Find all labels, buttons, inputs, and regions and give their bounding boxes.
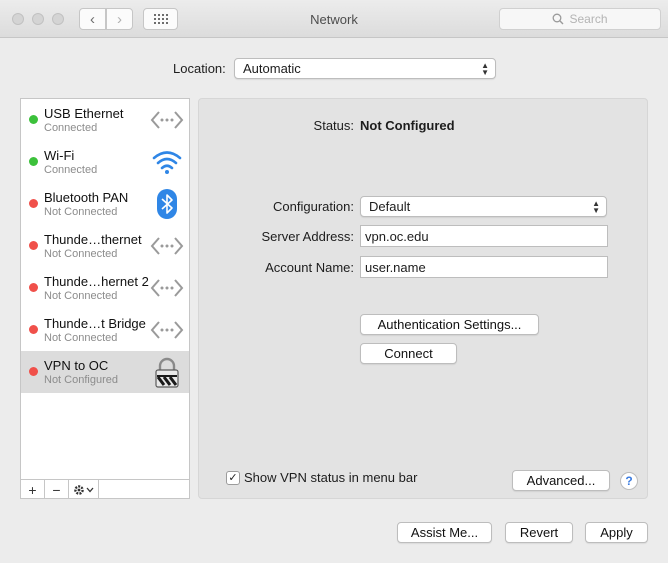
checkmark-icon: ✓: [228, 471, 238, 484]
add-service-button[interactable]: +: [21, 480, 45, 499]
ethernet-arrows-icon: [150, 111, 184, 129]
service-name: VPN to OC: [44, 358, 109, 373]
status-dot: [29, 115, 38, 124]
service-list: USB Ethernet Connected Wi-Fi Connected B…: [20, 98, 190, 499]
configuration-select[interactable]: Default ▲ ▼: [360, 196, 607, 217]
service-status: Connected: [44, 164, 98, 176]
chevron-down-icon: [86, 487, 94, 492]
service-item-thunderbolt-ethernet-2[interactable]: Thunde…hernet 2 Not Connected: [21, 267, 189, 309]
service-status: Not Connected: [44, 290, 118, 302]
advanced-button[interactable]: Advanced...: [512, 470, 610, 491]
apply-button[interactable]: Apply: [585, 522, 648, 543]
updown-arrows-icon: ▲ ▼: [481, 60, 489, 77]
show-vpn-status-label: Show VPN status in menu bar: [244, 470, 418, 485]
account-name-label: Account Name:: [265, 260, 354, 275]
assist-me-button[interactable]: Assist Me...: [397, 522, 492, 543]
authentication-settings-button[interactable]: Authentication Settings...: [360, 314, 539, 335]
service-status: Connected: [44, 122, 98, 134]
service-name: Thunde…hernet 2: [44, 274, 149, 289]
remove-service-button[interactable]: −: [45, 480, 69, 499]
service-list-toolbar: + −: [21, 479, 189, 499]
updown-arrows-icon: ▲ ▼: [592, 198, 600, 215]
service-status: Not Configured: [44, 374, 118, 386]
ethernet-arrows-icon: [150, 321, 184, 339]
service-name: Bluetooth PAN: [44, 190, 129, 205]
service-item-wifi[interactable]: Wi-Fi Connected: [21, 141, 189, 183]
service-name: Wi-Fi: [44, 148, 75, 163]
account-name-field[interactable]: user.name: [360, 256, 608, 278]
status-dot: [29, 283, 38, 292]
status-dot: [29, 367, 38, 376]
configuration-value: Default: [369, 199, 411, 214]
status-dot: [29, 325, 38, 334]
service-status: Not Connected: [44, 332, 118, 344]
search-field[interactable]: Search: [499, 8, 661, 30]
service-name: USB Ethernet: [44, 106, 124, 121]
search-placeholder: Search: [569, 12, 608, 26]
action-menu-button[interactable]: [69, 480, 99, 499]
help-button[interactable]: ?: [620, 472, 638, 490]
ethernet-arrows-icon: [150, 279, 184, 297]
title-bar: ‹ › Network Search: [0, 0, 668, 38]
server-address-label: Server Address:: [261, 229, 355, 244]
lock-icon: [155, 357, 179, 388]
show-vpn-status-checkbox[interactable]: ✓: [226, 471, 240, 485]
connect-button[interactable]: Connect: [360, 343, 457, 364]
service-name: Thunde…thernet: [44, 232, 142, 247]
status-dot: [29, 199, 38, 208]
wifi-icon: [152, 151, 182, 174]
service-status: Not Connected: [44, 206, 118, 218]
vpn-detail-panel: Status: Not Configured Configuration: De…: [198, 98, 648, 499]
status-value: Not Configured: [360, 118, 455, 133]
ethernet-arrows-icon: [150, 237, 184, 255]
service-item-thunderbolt-bridge[interactable]: Thunde…t Bridge Not Connected: [21, 309, 189, 351]
location-value: Automatic: [243, 61, 301, 76]
gear-icon: [74, 484, 84, 495]
status-dot: [29, 241, 38, 250]
status-dot: [29, 157, 38, 166]
service-status: Not Connected: [44, 248, 118, 260]
location-label: Location:: [173, 61, 226, 76]
service-item-thunderbolt-ethernet[interactable]: Thunde…thernet Not Connected: [21, 225, 189, 267]
server-address-field[interactable]: vpn.oc.edu: [360, 225, 608, 247]
status-label: Status:: [313, 118, 354, 133]
service-item-bluetooth-pan[interactable]: Bluetooth PAN Not Connected: [21, 183, 189, 225]
search-icon: [553, 13, 564, 25]
configuration-label: Configuration:: [273, 199, 354, 214]
bluetooth-icon: [157, 189, 177, 219]
service-item-usb-ethernet[interactable]: USB Ethernet Connected: [21, 99, 189, 141]
service-item-vpn-to-oc[interactable]: VPN to OC Not Configured: [21, 351, 189, 393]
location-select[interactable]: Automatic ▲ ▼: [234, 58, 496, 79]
revert-button[interactable]: Revert: [505, 522, 573, 543]
service-name: Thunde…t Bridge: [44, 316, 146, 331]
